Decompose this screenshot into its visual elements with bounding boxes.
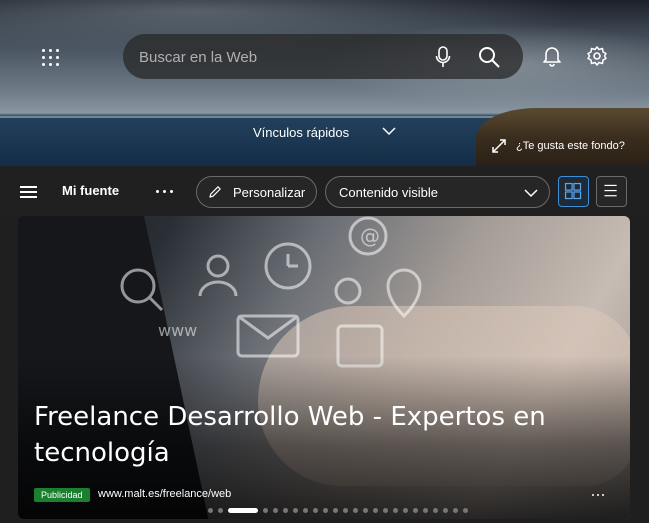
more-icon[interactable] — [156, 190, 174, 194]
list-view-button[interactable] — [596, 176, 627, 207]
carousel-dot[interactable] — [293, 508, 298, 513]
carousel-dot[interactable] — [218, 508, 223, 513]
background-cliff — [476, 108, 649, 166]
carousel-dot[interactable] — [228, 508, 258, 513]
carousel-dot[interactable] — [303, 508, 308, 513]
ad-card[interactable]: @ www Freelance Desarrollo Web - Experto… — [18, 216, 630, 519]
menu-icon[interactable] — [20, 186, 37, 198]
feed-toolbar: Mi fuente Personalizar Contenido visible — [0, 166, 649, 216]
carousel-dot[interactable] — [383, 508, 388, 513]
personalize-button[interactable]: Personalizar — [196, 176, 317, 208]
carousel-dot[interactable] — [343, 508, 348, 513]
svg-text:@: @ — [360, 224, 380, 248]
background-hero: Vínculos rápidos ¿Te gusta este fondo? — [0, 0, 649, 166]
carousel-dot[interactable] — [263, 508, 268, 513]
personalize-label: Personalizar — [233, 185, 306, 200]
search-input[interactable] — [139, 46, 419, 68]
bell-icon[interactable] — [541, 45, 563, 67]
carousel-dot[interactable] — [463, 508, 468, 513]
carousel-dot[interactable] — [283, 508, 288, 513]
card-more-icon[interactable] — [592, 494, 606, 498]
ad-url[interactable]: www.malt.es/freelance/web — [98, 488, 231, 500]
carousel-dot[interactable] — [208, 508, 213, 513]
carousel-dot[interactable] — [353, 508, 358, 513]
carousel-dot[interactable] — [413, 508, 418, 513]
background-feedback-link[interactable]: ¿Te gusta este fondo? — [516, 140, 625, 152]
content-visibility-value: Contenido visible — [339, 185, 439, 200]
search-icon[interactable] — [477, 45, 501, 69]
grid-view-icon — [564, 182, 582, 200]
search-box — [123, 34, 523, 79]
feed-title[interactable]: Mi fuente — [62, 183, 119, 198]
carousel-dot[interactable] — [423, 508, 428, 513]
carousel-dot[interactable] — [323, 508, 328, 513]
carousel-dot[interactable] — [333, 508, 338, 513]
chevron-down-icon — [524, 189, 538, 198]
content-visibility-select[interactable]: Contenido visible — [325, 176, 550, 208]
carousel-dot[interactable] — [433, 508, 438, 513]
carousel-dot[interactable] — [453, 508, 458, 513]
carousel-dot[interactable] — [273, 508, 278, 513]
list-view-icon — [604, 184, 617, 197]
carousel-dot[interactable] — [403, 508, 408, 513]
gear-icon[interactable] — [586, 45, 608, 67]
svg-text:www: www — [158, 321, 197, 340]
carousel-dot[interactable] — [443, 508, 448, 513]
apps-icon[interactable] — [40, 47, 60, 67]
carousel-dot[interactable] — [313, 508, 318, 513]
expand-icon[interactable] — [492, 139, 506, 153]
quick-links-toggle[interactable]: Vínculos rápidos — [253, 125, 349, 140]
pencil-icon — [209, 186, 221, 198]
carousel-dot[interactable] — [363, 508, 368, 513]
carousel-dot[interactable] — [393, 508, 398, 513]
carousel-dot[interactable] — [373, 508, 378, 513]
ad-badge: Publicidad — [34, 488, 90, 502]
chevron-down-icon[interactable] — [382, 126, 396, 136]
grid-view-button[interactable] — [558, 176, 589, 207]
card-title[interactable]: Freelance Desarrollo Web - Expertos en t… — [34, 399, 594, 471]
mic-icon[interactable] — [435, 46, 451, 68]
